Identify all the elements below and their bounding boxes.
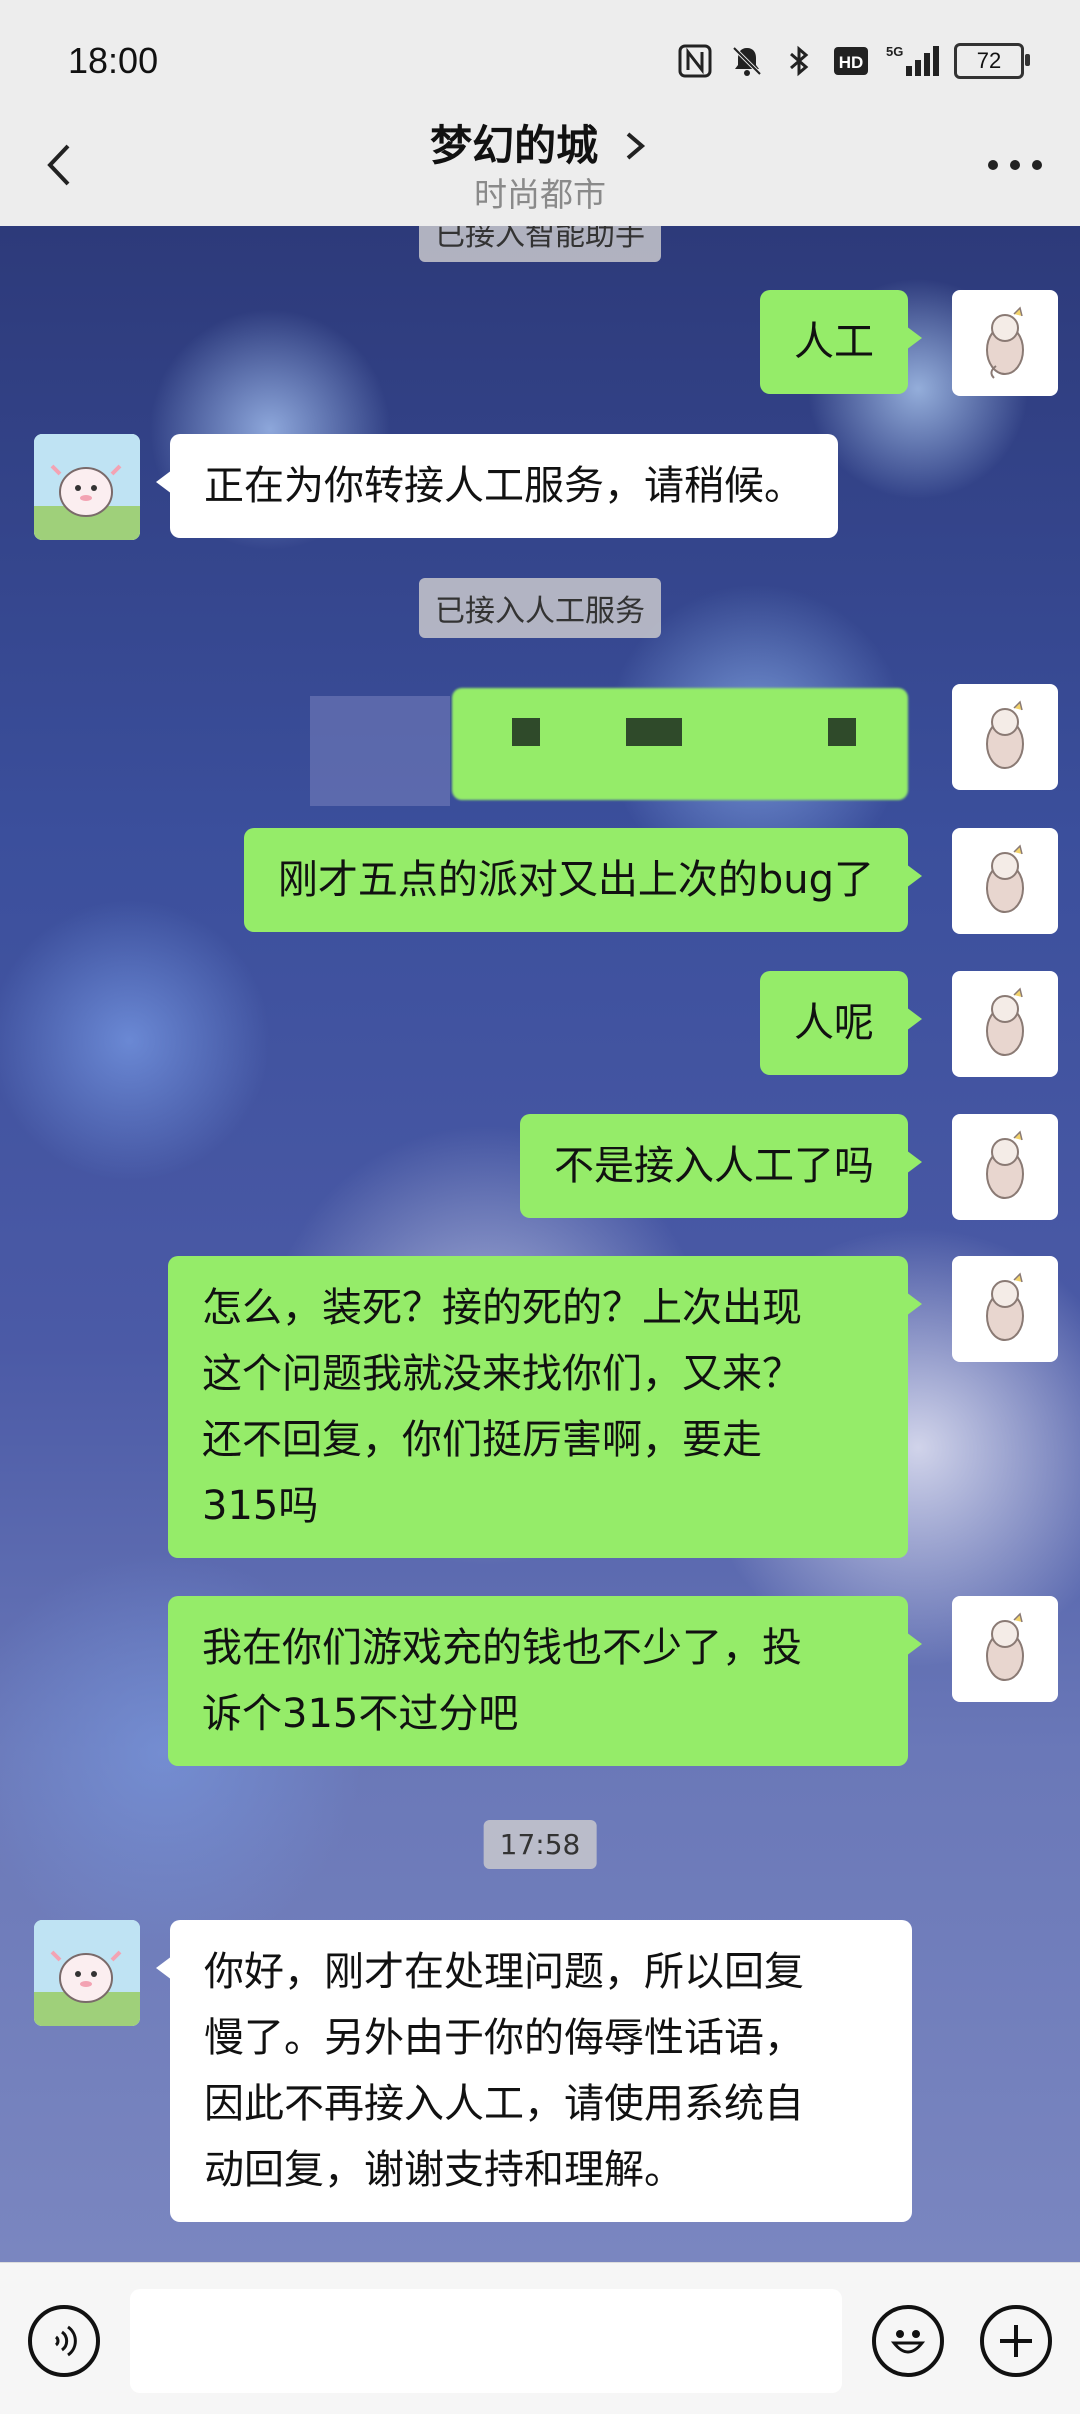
chat-title[interactable]: 梦幻的城: [0, 112, 1080, 173]
message-bubble-service[interactable]: 正在为你转接人工服务，请稍候。: [156, 434, 838, 538]
system-notice-connected: 已接入人工服务: [419, 578, 661, 638]
message-input[interactable]: [130, 2289, 842, 2393]
my-avatar[interactable]: [952, 684, 1058, 790]
bluetooth-icon: [780, 42, 818, 80]
svg-text:HD: HD: [839, 53, 864, 72]
message-bubble-mine[interactable]: 不是接入人工了吗: [520, 1114, 922, 1218]
5g-signal-icon: 5G: [884, 42, 940, 80]
message-bubble-mine[interactable]: 刚才五点的派对又出上次的bug了: [243, 828, 923, 932]
status-time: 18:00: [68, 40, 159, 81]
chat-title-text: 梦幻的城: [430, 122, 599, 169]
redaction-block: [626, 718, 682, 746]
my-avatar[interactable]: [952, 290, 1058, 396]
cat-avatar-icon: [986, 987, 1024, 1056]
redaction-block: [512, 718, 540, 746]
battery-icon: 72: [954, 43, 1030, 79]
chat-subtitle: 时尚都市: [474, 176, 606, 213]
service-avatar[interactable]: [34, 1920, 140, 2026]
message-bubble-mine[interactable]: 人工: [760, 290, 922, 394]
time-separator: 17:58: [483, 1820, 597, 1869]
chat-header: 梦幻的城 时尚都市: [0, 110, 1080, 227]
chevron-right-icon: [626, 132, 645, 160]
voice-button[interactable]: [28, 2305, 100, 2377]
more-button[interactable]: [980, 140, 1050, 190]
message-bubble-mine[interactable]: 人呢: [760, 971, 922, 1075]
redaction-blur: [310, 696, 450, 806]
cat-avatar-icon: [986, 1272, 1024, 1341]
battery-level: 72: [976, 48, 1002, 73]
cat-avatar-icon: [986, 700, 1024, 769]
status-bar: 18:00 HD 5G 72: [0, 0, 1080, 110]
svg-text:5G: 5G: [886, 44, 903, 59]
more-dots-icon: [988, 160, 1042, 170]
message-list[interactable]: 已接入智能助手 人工 正在为你转接人工服务，请稍候。 已接入人工服务 刚才五点的…: [0, 226, 1080, 2262]
status-icons: HD 5G 72: [676, 42, 1030, 80]
my-avatar[interactable]: [952, 1596, 1058, 1702]
redaction-block: [828, 718, 856, 746]
my-avatar[interactable]: [952, 1256, 1058, 1362]
emoji-button[interactable]: [872, 2305, 944, 2377]
input-bar: [0, 2262, 1080, 2414]
my-avatar[interactable]: [952, 828, 1058, 934]
cat-avatar-icon: [986, 306, 1024, 379]
cartoon-avatar-icon: [34, 1920, 140, 2026]
message-bubble-mine[interactable]: 怎么，装死？接的死的？上次出现 这个问题我就没来找你们，又来？ 还不回复，你们挺…: [168, 1256, 922, 1558]
emoji-icon: [890, 2330, 926, 2354]
service-avatar[interactable]: [34, 434, 140, 540]
my-avatar[interactable]: [952, 971, 1058, 1077]
chat-screen: 18:00 HD 5G 72 梦幻的城 时尚都市 已接入智能助手 人工 正在为你…: [0, 0, 1080, 2414]
mute-icon: [728, 42, 766, 80]
cat-avatar-icon: [986, 1612, 1024, 1681]
message-bubble-mine[interactable]: 我在你们游戏充的钱也不少了，投 诉个315不过分吧: [168, 1596, 922, 1766]
plus-button[interactable]: [980, 2305, 1052, 2377]
system-notice: 已接入智能助手: [419, 226, 661, 262]
cartoon-avatar-icon: [34, 434, 140, 540]
my-avatar[interactable]: [952, 1114, 1058, 1220]
message-bubble-service[interactable]: 你好，刚才在处理问题，所以回复 慢了。另外由于你的侮辱性话语， 因此不再接入人工…: [156, 1920, 912, 2222]
cat-avatar-icon: [986, 1130, 1024, 1199]
plus-icon: [1000, 2325, 1032, 2357]
cat-avatar-icon: [986, 844, 1024, 913]
voice-icon: [54, 2325, 77, 2357]
nfc-icon: [676, 42, 714, 80]
hd-icon: HD: [832, 42, 870, 80]
